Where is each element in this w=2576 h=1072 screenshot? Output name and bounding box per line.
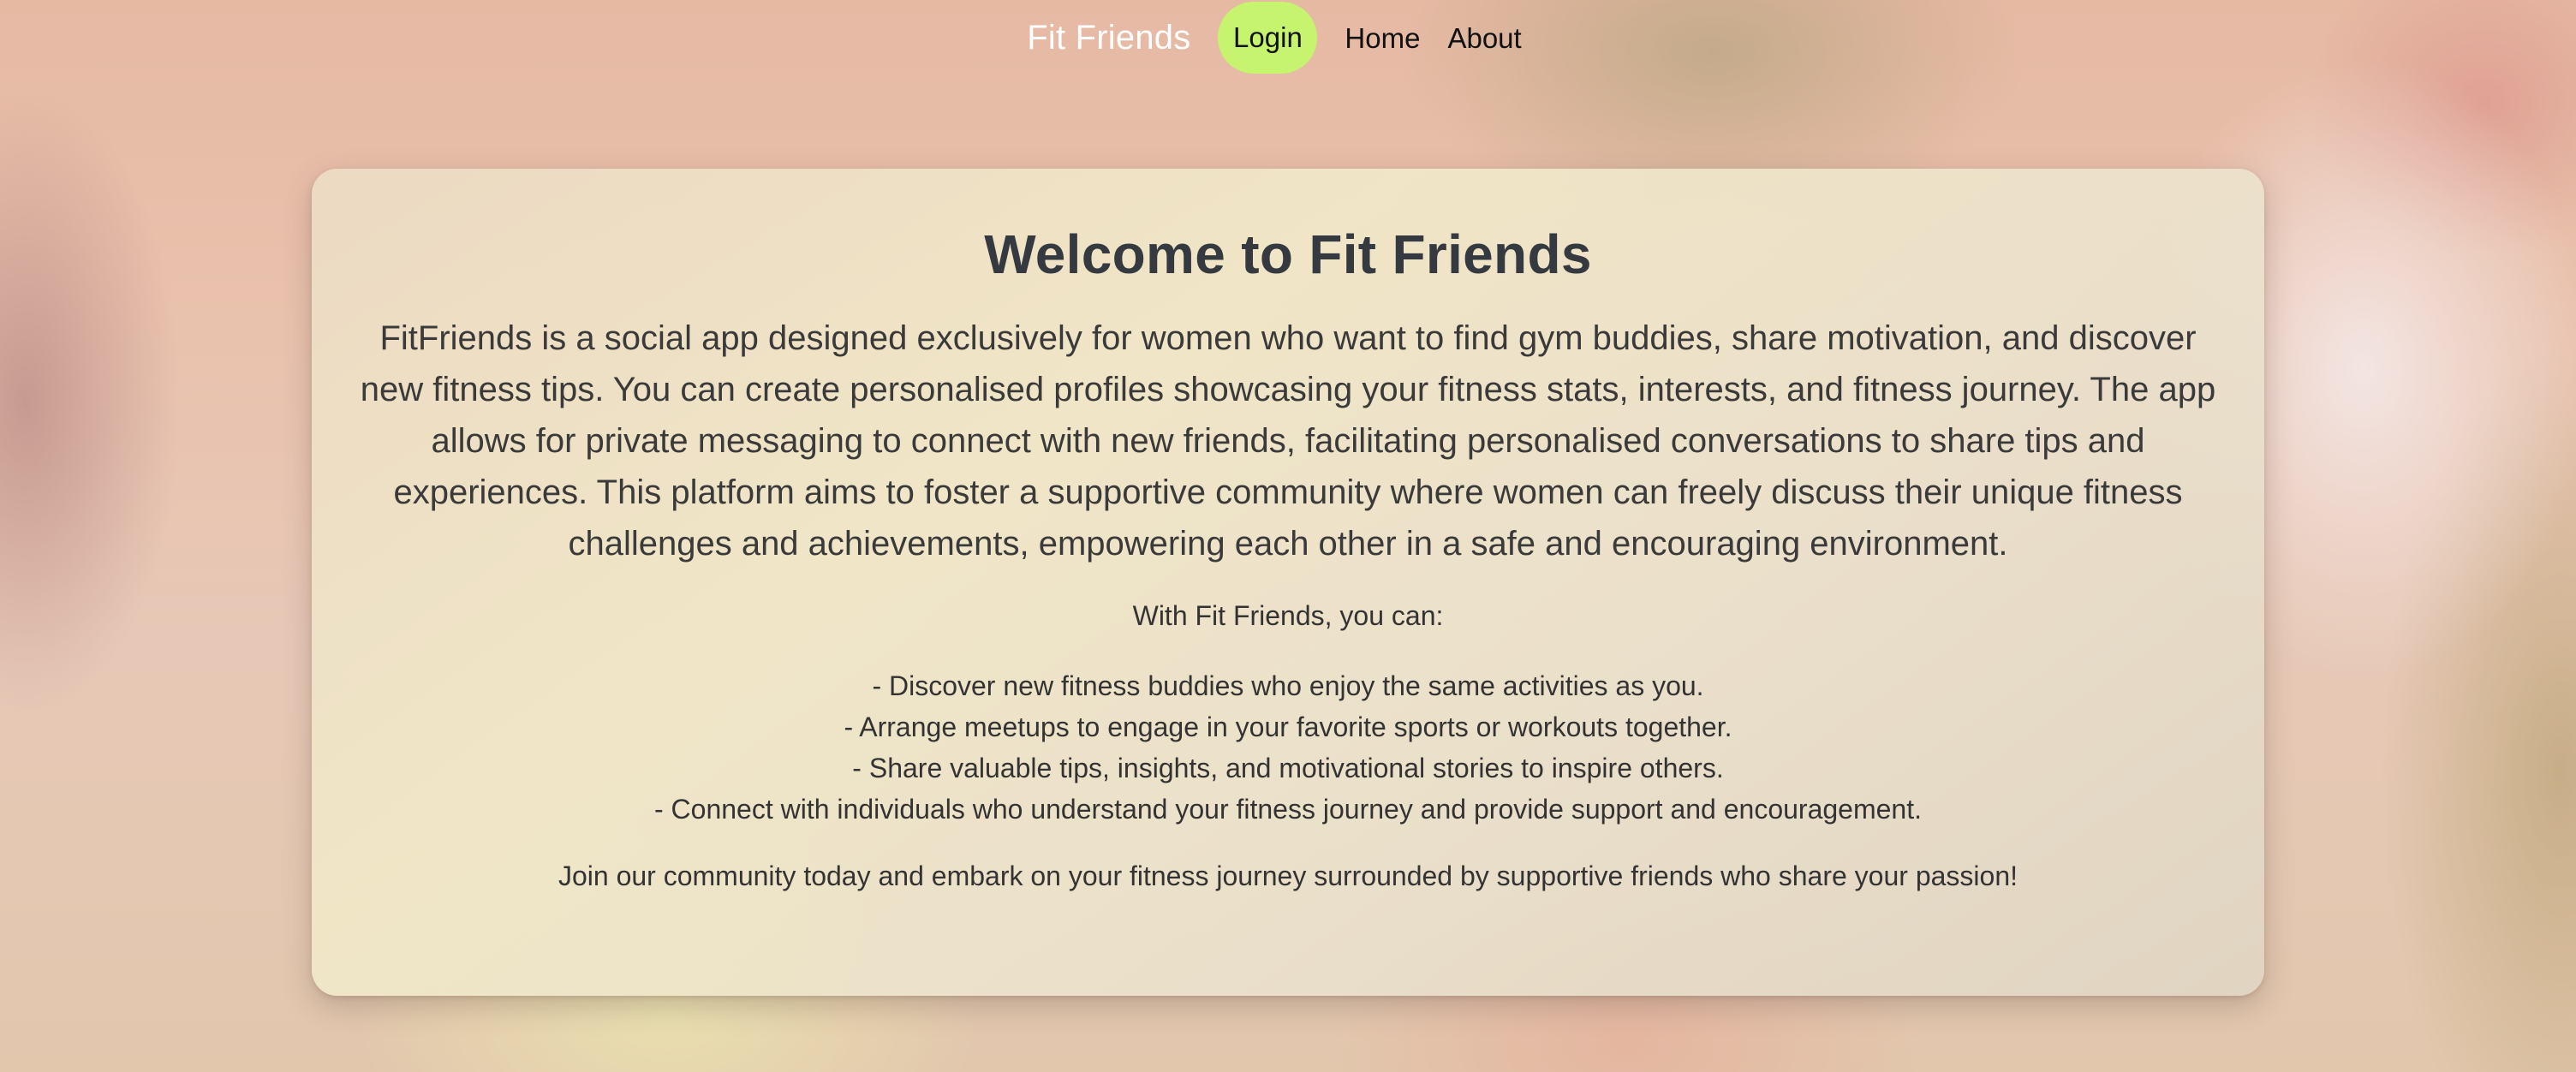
feature-item: - Arrange meetups to engage in your favo… <box>844 712 1732 742</box>
features-subheading: With Fit Friends, you can: <box>1132 600 1444 631</box>
login-button[interactable]: Login <box>1218 2 1318 74</box>
login-button-label: Login <box>1233 21 1303 53</box>
feature-item: - Share valuable tips, insights, and mot… <box>852 753 1724 783</box>
brand-link[interactable]: Fit Friends <box>1027 19 1190 57</box>
welcome-card: Welcome to Fit Friends FitFriends is a s… <box>312 169 2264 996</box>
welcome-title: Welcome to Fit Friends <box>984 223 1592 285</box>
navbar-items: Fit Friends Login Home About <box>1027 2 1548 74</box>
feature-item: - Connect with individuals who understan… <box>654 794 1922 825</box>
intro-paragraph: FitFriends is a social app designed excl… <box>360 319 2216 563</box>
nav-link-about[interactable]: About <box>1447 24 1521 52</box>
top-navbar: Fit Friends Login Home About <box>0 0 2576 75</box>
feature-item: - Discover new fitness buddies who enjoy… <box>872 670 1704 701</box>
feature-list: - Discover new fitness buddies who enjoy… <box>349 665 2227 830</box>
nav-link-home[interactable]: Home <box>1345 24 1420 52</box>
closing-paragraph: Join our community today and embark on y… <box>558 861 2018 891</box>
